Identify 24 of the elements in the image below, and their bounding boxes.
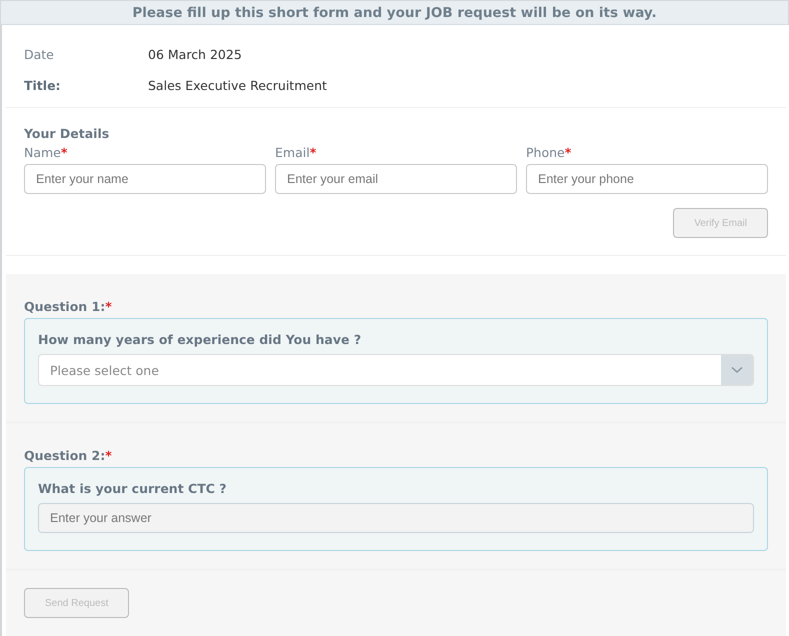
required-mark: * [564,145,572,160]
select-field[interactable]: Please select one [38,354,754,386]
required-mark: * [105,448,112,463]
question-text: What is your current CTC ? [38,481,228,496]
question-text: How many years of experience did You have ? [38,332,362,347]
question-label: Question 2:* [24,448,113,463]
field-label: Name* [24,145,68,160]
question-label: Question 1:* [24,299,113,314]
form-banner: Please fill up this short form and your JOB request will be on its way. [0,0,789,25]
answer-field[interactable]: Enter your answer [38,503,754,533]
chevron-down-icon [731,366,743,374]
input-field[interactable]: Enter your phone [526,164,768,194]
info-value: 06 March 2025 [148,47,243,62]
field-label: Email* [275,145,318,160]
input-field[interactable]: Enter your email [275,164,517,194]
required-mark: * [105,299,112,314]
info-label: Date [24,47,55,62]
required-mark: * [310,145,316,160]
section-heading: Your Details [24,126,110,141]
field-label: Phone* [526,145,572,160]
required-mark: * [60,145,68,160]
info-label: Title: [24,78,62,93]
info-value: Sales Executive Recruitment [148,78,328,93]
input-field[interactable]: Enter your name [24,164,266,194]
